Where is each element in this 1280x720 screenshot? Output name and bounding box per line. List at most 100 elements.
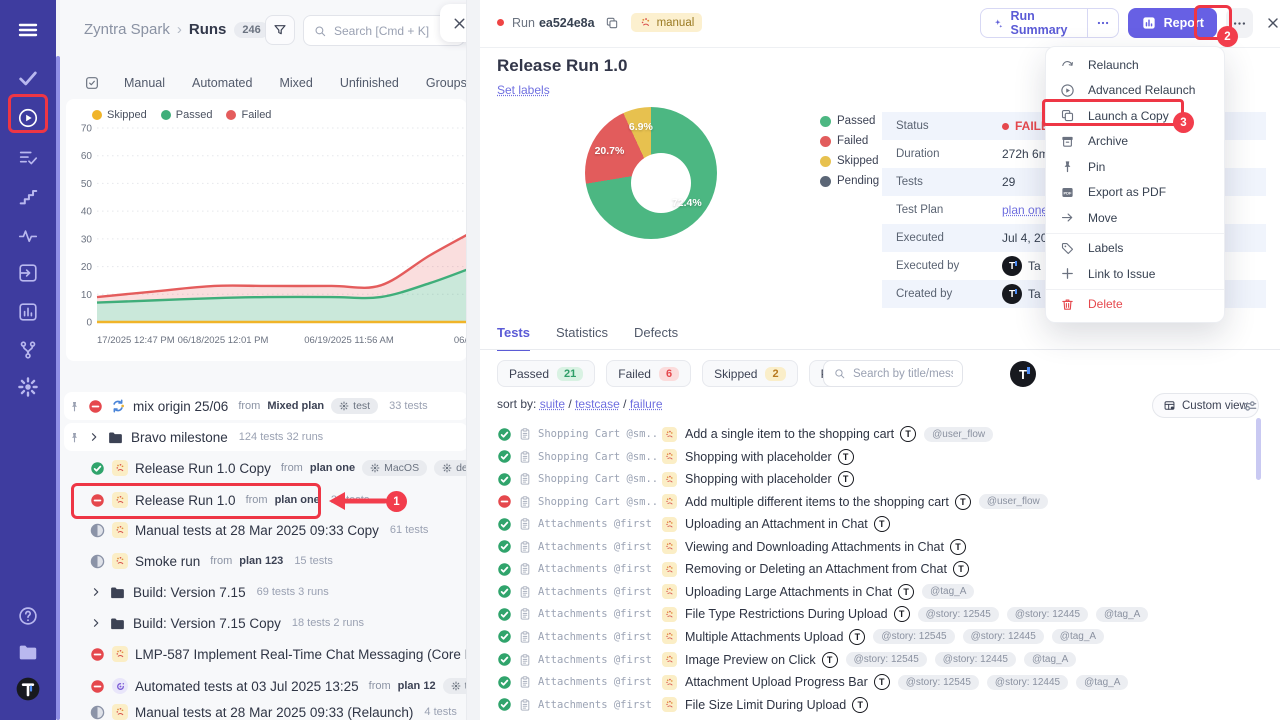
run-summary-button[interactable]: Run Summary (980, 8, 1119, 38)
run-row[interactable]: Automated tests at 03 Jul 2025 13:25from… (90, 673, 467, 699)
test-row[interactable]: Shopping Cart @sm...Shopping with placeh… (497, 468, 854, 490)
menu-item-delete[interactable]: Delete (1046, 292, 1224, 318)
search-icon (313, 24, 327, 38)
manual-icon (664, 519, 675, 530)
tests-scrollbar[interactable] (1256, 418, 1261, 480)
run-row[interactable]: LMP-587 Implement Real-Time Chat Messagi… (90, 641, 467, 667)
run-row[interactable]: Build: Version 7.1569 tests 3 runs (90, 579, 329, 605)
expand-chevron[interactable] (88, 431, 100, 443)
pin-indicator (68, 431, 81, 444)
runs-search-input[interactable] (334, 24, 455, 38)
run-row[interactable]: Manual tests at 28 Mar 2025 09:33 (Relau… (90, 699, 457, 720)
runs-tab-mixed[interactable]: Mixed (279, 76, 312, 90)
svg-text:06/19/2025 11:56 AM: 06/19/2025 11:56 AM (304, 335, 394, 346)
test-row[interactable]: Attachments @firstFile Type Restrictions… (497, 603, 1148, 625)
run-row[interactable]: Manual tests at 28 Mar 2025 09:33 Copy61… (90, 517, 428, 543)
expand-chevron[interactable] (90, 617, 102, 629)
test-row[interactable]: Shopping Cart @sm...Shopping with placeh… (497, 446, 854, 468)
view-settings-icon[interactable] (1242, 398, 1258, 414)
sort-by-testcase[interactable]: testcase (575, 397, 620, 411)
run-row[interactable]: Release Run 1.0 Copyfromplan oneMacOSdev… (90, 455, 467, 481)
filter-skipped[interactable]: Skipped2 (702, 360, 798, 387)
sidebar-item-import-box[interactable] (0, 258, 56, 288)
sidebar-item-help[interactable] (0, 601, 56, 631)
runs-tab-groups[interactable]: Groups (426, 76, 467, 90)
fail-circle-icon (88, 399, 103, 414)
test-row[interactable]: Attachments @firstRemoving or Deleting a… (497, 558, 969, 580)
run-row[interactable]: Bravo milestone124 tests 32 runs (68, 424, 323, 450)
tests-search[interactable] (823, 360, 963, 387)
breadcrumb-project[interactable]: Zyntra Spark (84, 21, 170, 38)
sort-by-suite[interactable]: suite (540, 397, 565, 411)
tests-search-input[interactable] (853, 368, 953, 380)
close-panel-button[interactable] (440, 4, 467, 42)
test-assignee-avatar: T (900, 426, 916, 442)
sidebar-item-check[interactable] (0, 63, 56, 93)
menu-item-link-to-issue[interactable]: Link to Issue (1046, 261, 1224, 287)
select-runs-icon-slot[interactable] (84, 75, 100, 91)
test-row[interactable]: Attachments @firstImage Preview on Click… (497, 649, 1076, 671)
menu-item-advanced-relaunch[interactable]: Advanced Relaunch (1046, 78, 1224, 104)
test-row[interactable]: Attachments @firstFile Size Limit During… (497, 694, 868, 716)
menu-item-export-as-pdf[interactable]: PDFExport as PDF (1046, 180, 1224, 206)
menu-item-archive[interactable]: Archive (1046, 129, 1224, 155)
hamburger-menu-button[interactable] (0, 14, 56, 46)
test-row[interactable]: Attachments @firstAttachment Upload Prog… (497, 671, 1128, 693)
sidebar-item-gear[interactable] (0, 372, 56, 402)
menu-item-relaunch[interactable]: Relaunch (1046, 52, 1224, 78)
sidebar-item-bar-chart-box[interactable] (0, 297, 56, 327)
left-panel-scrollbar[interactable] (56, 56, 60, 720)
filter-failed[interactable]: Failed6 (606, 360, 691, 387)
run-env-badge: test (331, 398, 378, 414)
test-row[interactable]: Attachments @firstViewing and Downloadin… (497, 536, 966, 558)
runs-tab-automated[interactable]: Automated (192, 76, 252, 90)
run-row[interactable]: Smoke runfromplan 12315 tests (90, 548, 333, 574)
chevron-right-icon (90, 617, 102, 629)
run-summary-more-button[interactable] (1087, 8, 1118, 38)
menu-item-launch-a-copy[interactable]: Launch a Copy (1046, 103, 1224, 129)
tab-tests[interactable]: Tests (497, 325, 530, 351)
sidebar-item-steps[interactable] (0, 182, 56, 212)
donut-legend: PassedFailedSkippedPending (820, 115, 879, 187)
tab-defects[interactable]: Defects (634, 325, 678, 351)
set-labels-link[interactable]: Set labels (497, 83, 550, 97)
menu-item-move[interactable]: Move (1046, 205, 1224, 231)
sidebar-item-t-logo[interactable] (0, 674, 56, 704)
test-row[interactable]: Attachments @firstUploading an Attachmen… (497, 513, 890, 535)
partial-circle-icon (90, 705, 105, 720)
test-row[interactable]: Attachments @firstMultiple Attachments U… (497, 626, 1104, 648)
sidebar-item-branch[interactable] (0, 335, 56, 365)
menu-item-pin[interactable]: Pin (1046, 154, 1224, 180)
close-run-button[interactable] (1265, 15, 1280, 31)
expand-chevron[interactable] (90, 586, 102, 598)
sidebar-item-list-check[interactable] (0, 143, 56, 173)
run-row[interactable]: Build: Version 7.15 Copy18 tests 2 runs (90, 610, 364, 636)
clipboard-icon (518, 630, 532, 644)
menu-item-labels[interactable]: Labels (1046, 236, 1224, 262)
filter-passed[interactable]: Passed21 (497, 360, 595, 387)
runs-tab-manual[interactable]: Manual (124, 76, 165, 90)
copy-run-id-button[interactable] (605, 16, 619, 30)
test-tag: @story: 12545 (873, 629, 954, 644)
assignee-avatar[interactable]: T (1010, 361, 1036, 387)
clipboard-icon (518, 495, 532, 509)
sidebar-item-pulse[interactable] (0, 221, 56, 251)
breadcrumb-page[interactable]: Runs (189, 21, 227, 38)
tab-statistics[interactable]: Statistics (556, 325, 608, 351)
pass-circle-icon (497, 472, 512, 487)
test-row[interactable]: Shopping Cart @sm...Add a single item to… (497, 423, 993, 445)
run-row[interactable]: mix origin 25/06fromMixed plantest33 tes… (68, 393, 428, 419)
report-button[interactable]: Report (1128, 8, 1217, 38)
relaunch-icon (1060, 57, 1075, 72)
checkbox-edit-icon[interactable] (84, 75, 100, 91)
sort-by-failure[interactable]: failure (630, 397, 663, 411)
test-plan-link[interactable]: plan one (1002, 203, 1048, 217)
test-tag: @tag_A (1024, 652, 1076, 667)
sidebar-item-folder[interactable] (0, 637, 56, 667)
sidebar-item-play-circle[interactable] (0, 103, 56, 133)
test-row[interactable]: Attachments @firstUploading Large Attach… (497, 581, 974, 603)
sliders-icon[interactable] (1242, 398, 1258, 414)
test-row[interactable]: Shopping Cart @sm...Add multiple differe… (497, 491, 1048, 513)
runs-tab-unfinished[interactable]: Unfinished (340, 76, 399, 90)
filter-button[interactable] (265, 15, 295, 45)
